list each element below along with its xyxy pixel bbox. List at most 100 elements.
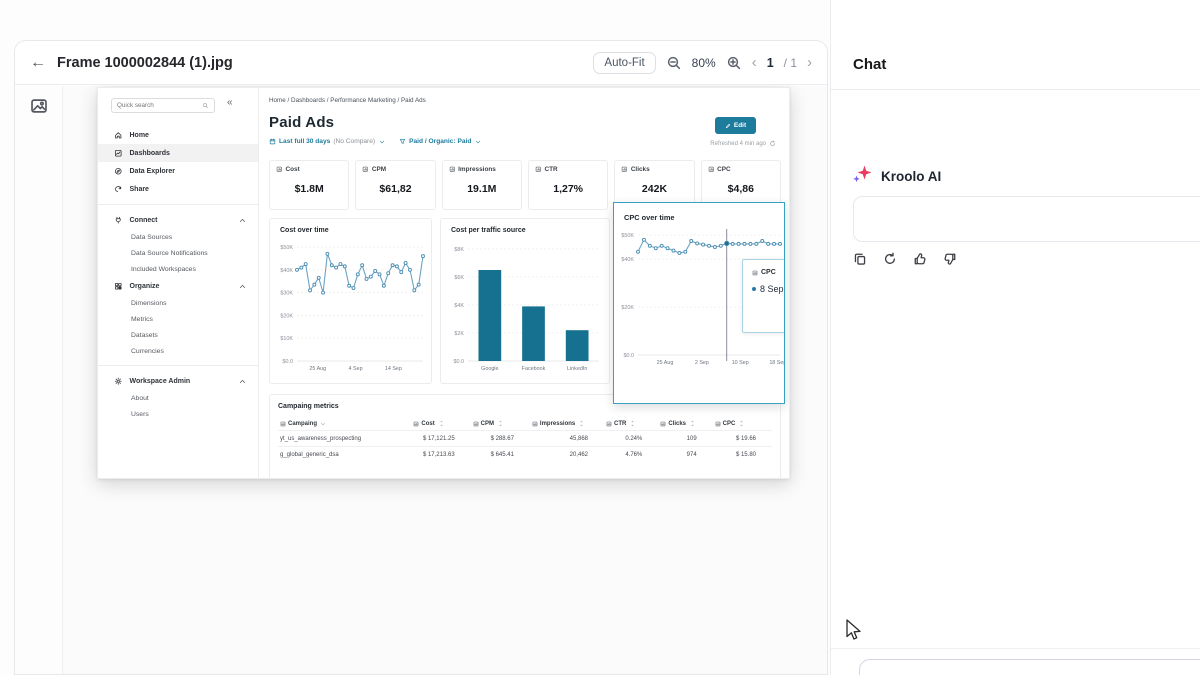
cost-per-traffic-source-widget[interactable]: Cost per traffic source $8K$6K$4K$2K$0.0… — [440, 218, 610, 384]
svg-text:4 Sep: 4 Sep — [349, 366, 363, 372]
sidebar-nav: HomeDashboardsData ExplorerShareConnectD… — [98, 126, 258, 422]
regenerate-icon[interactable] — [883, 252, 897, 266]
sidebar-item-label: Included Workspaces — [131, 266, 196, 273]
sort-icon[interactable] — [497, 420, 504, 427]
kpi-value: 19.1M — [449, 173, 515, 204]
metric-icon — [752, 270, 758, 276]
column-label: CPM — [481, 421, 494, 427]
cost-over-time-widget[interactable]: Cost over time $50K$40K$30K$20K$10K$0.02… — [269, 218, 432, 384]
chart-cost-per-traffic-source: $8K$6K$4K$2K$0.0GoogleFacebookLinkedIn — [441, 241, 610, 381]
sidebar-item-workspace-admin[interactable]: Workspace Admin — [98, 372, 258, 390]
back-button[interactable]: ← — [30, 54, 46, 72]
sidebar-item-dashboards[interactable]: Dashboards — [98, 144, 258, 162]
next-page-icon[interactable]: › — [807, 55, 812, 70]
table-row[interactable]: g_global_generic_dsa$ 17,213.63$ 645.412… — [278, 447, 772, 463]
svg-text:25 Aug: 25 Aug — [657, 360, 674, 366]
kpi-card-ctr[interactable]: CTR1,27% — [528, 160, 608, 210]
filter-suffix: (No Compare) — [333, 138, 375, 145]
date-range-filter[interactable]: Last full 30 days (No Compare) — [269, 138, 385, 145]
thumbs-down-icon[interactable] — [943, 252, 957, 266]
zoom-in-icon[interactable] — [726, 55, 742, 71]
column-header-ctr[interactable]: CTR — [604, 417, 658, 431]
sidebar-item-label: About — [131, 395, 149, 402]
column-header-cpc[interactable]: CPC — [713, 417, 772, 431]
metric-value-cell: 974 — [658, 447, 712, 463]
svg-text:$4K: $4K — [454, 303, 464, 309]
sidebar-item-data-source-notifications[interactable]: Data Source Notifications — [98, 245, 258, 261]
sidebar-item-users[interactable]: Users — [98, 406, 258, 422]
sort-icon[interactable] — [578, 420, 585, 427]
dashboard-icon — [114, 149, 123, 158]
prev-page-icon[interactable]: ‹ — [752, 55, 757, 70]
refresh-icon[interactable] — [769, 140, 776, 147]
column-header-clicks[interactable]: Clicks — [658, 417, 712, 431]
divider — [831, 648, 1200, 649]
collapse-sidebar-icon[interactable]: « — [227, 97, 233, 108]
plug-icon — [114, 216, 123, 225]
sidebar-item-datasets[interactable]: Datasets — [98, 327, 258, 343]
paid-organic-filter[interactable]: Paid / Organic: Paid — [399, 138, 481, 145]
column-header-campaing[interactable]: Campaing — [278, 417, 411, 431]
svg-text:$20K: $20K — [280, 313, 293, 319]
kpi-card-cpm[interactable]: CPM$61,82 — [355, 160, 435, 210]
kpi-card-impressions[interactable]: Impressions19.1M — [442, 160, 522, 210]
compass-icon — [114, 167, 123, 176]
sidebar-item-data-sources[interactable]: Data Sources — [98, 229, 258, 245]
edit-label: Edit — [734, 122, 746, 129]
cpc-over-time-widget[interactable]: CPC over time $50K$40K$20K$0.025 Aug2 Se… — [613, 202, 785, 404]
kpi-value: $4,86 — [708, 173, 774, 204]
assistant-name: Kroolo AI — [881, 169, 941, 184]
sidebar-item-data-explorer[interactable]: Data Explorer — [98, 162, 258, 180]
zoom-out-icon[interactable] — [666, 55, 682, 71]
quick-search-input[interactable] — [117, 102, 199, 109]
sparkle-icon — [851, 163, 873, 190]
sidebar-item-connect[interactable]: Connect — [98, 211, 258, 229]
sidebar-item-currencies[interactable]: Currencies — [98, 343, 258, 359]
column-header-cost[interactable]: Cost — [411, 417, 470, 431]
chat-input[interactable] — [859, 659, 1200, 675]
sort-icon[interactable] — [738, 420, 745, 427]
sort-icon[interactable] — [689, 420, 696, 427]
kpi-label: CPM — [372, 166, 386, 173]
page-current: 1 — [767, 56, 774, 70]
sidebar-item-home[interactable]: Home — [98, 126, 258, 144]
file-viewer: ← Frame 1000002844 (1).jpg Auto-Fit 80% … — [14, 40, 828, 675]
filter-label: Last full 30 days — [279, 138, 330, 145]
calendar-icon — [269, 138, 276, 145]
chart-title: Cost over time — [280, 227, 329, 234]
metric-value-cell: 0.24% — [604, 431, 658, 447]
sidebar-item-label: Datasets — [131, 332, 158, 339]
sidebar-item-about[interactable]: About — [98, 390, 258, 406]
svg-text:$0.0: $0.0 — [283, 359, 294, 365]
viewer-header: ← Frame 1000002844 (1).jpg Auto-Fit 80% … — [15, 41, 827, 85]
page-total: / 1 — [784, 56, 797, 70]
mouse-cursor — [843, 618, 865, 642]
edit-button[interactable]: Edit — [715, 117, 756, 134]
chart-title: Cost per traffic source — [451, 227, 526, 234]
chart-cost-over-time: $50K$40K$30K$20K$10K$0.025 Aug4 Sep14 Se… — [270, 241, 432, 381]
sidebar-item-metrics[interactable]: Metrics — [98, 311, 258, 327]
column-header-cpm[interactable]: CPM — [471, 417, 530, 431]
metric-value-cell: $ 17,121.25 — [411, 431, 470, 447]
kpi-card-cost[interactable]: Cost$1.8M — [269, 160, 349, 210]
sidebar-item-organize[interactable]: Organize — [98, 277, 258, 295]
table-row[interactable]: yt_us_awareness_prospecting$ 17,121.25$ … — [278, 431, 772, 447]
image-thumbnail-icon[interactable] — [30, 97, 48, 674]
column-label: Cost — [421, 421, 434, 427]
app-root: ← Frame 1000002844 (1).jpg Auto-Fit 80% … — [0, 0, 1200, 675]
sidebar-item-included-workspaces[interactable]: Included Workspaces — [98, 261, 258, 277]
thumbs-up-icon[interactable] — [913, 252, 927, 266]
column-header-impressions[interactable]: Impressions — [530, 417, 604, 431]
metric-icon — [660, 421, 666, 427]
sort-icon[interactable] — [438, 420, 445, 427]
sidebar-item-dimensions[interactable]: Dimensions — [98, 295, 258, 311]
chevron-down-icon — [475, 139, 481, 145]
column-label: CPC — [723, 421, 736, 427]
sort-icon[interactable] — [629, 420, 636, 427]
copy-icon[interactable] — [853, 252, 867, 266]
column-label: Impressions — [540, 421, 575, 427]
series-dot — [752, 287, 756, 291]
sidebar-item-share[interactable]: Share — [98, 180, 258, 198]
tooltip-point: 8 Sep — [760, 284, 784, 294]
auto-fit-button[interactable]: Auto-Fit — [593, 52, 655, 74]
